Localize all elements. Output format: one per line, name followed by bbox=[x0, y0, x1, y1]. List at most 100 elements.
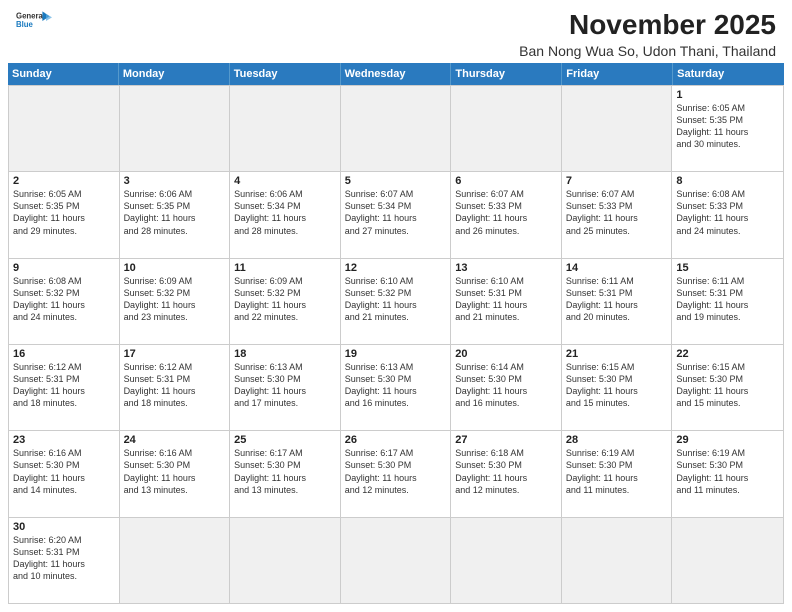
cal-cell-1-4: 6Sunrise: 6:07 AMSunset: 5:33 PMDaylight… bbox=[451, 172, 562, 257]
cal-cell-5-1 bbox=[120, 518, 231, 603]
day-number: 22 bbox=[676, 348, 779, 360]
cal-cell-4-5: 28Sunrise: 6:19 AMSunset: 5:30 PMDayligh… bbox=[562, 431, 673, 516]
day-number: 15 bbox=[676, 262, 779, 274]
cal-cell-5-5 bbox=[562, 518, 673, 603]
cal-cell-0-2 bbox=[230, 86, 341, 171]
cell-info: Sunrise: 6:11 AMSunset: 5:31 PMDaylight:… bbox=[676, 275, 779, 324]
day-number: 28 bbox=[566, 434, 668, 446]
cell-info: Sunrise: 6:12 AMSunset: 5:31 PMDaylight:… bbox=[13, 361, 115, 410]
day-number: 17 bbox=[124, 348, 226, 360]
calendar-body: 1Sunrise: 6:05 AMSunset: 5:35 PMDaylight… bbox=[8, 85, 784, 604]
calendar-subtitle: Ban Nong Wua So, Udon Thani, Thailand bbox=[519, 43, 776, 59]
cal-cell-3-2: 18Sunrise: 6:13 AMSunset: 5:30 PMDayligh… bbox=[230, 345, 341, 430]
day-number: 19 bbox=[345, 348, 447, 360]
cal-cell-2-5: 14Sunrise: 6:11 AMSunset: 5:31 PMDayligh… bbox=[562, 259, 673, 344]
cell-info: Sunrise: 6:05 AMSunset: 5:35 PMDaylight:… bbox=[676, 102, 779, 151]
svg-text:Blue: Blue bbox=[16, 20, 34, 29]
cell-info: Sunrise: 6:07 AMSunset: 5:33 PMDaylight:… bbox=[566, 188, 668, 237]
cal-cell-1-2: 4Sunrise: 6:06 AMSunset: 5:34 PMDaylight… bbox=[230, 172, 341, 257]
cell-info: Sunrise: 6:09 AMSunset: 5:32 PMDaylight:… bbox=[234, 275, 336, 324]
cal-cell-0-1 bbox=[120, 86, 231, 171]
cal-cell-1-6: 8Sunrise: 6:08 AMSunset: 5:33 PMDaylight… bbox=[672, 172, 783, 257]
day-number: 26 bbox=[345, 434, 447, 446]
day-number: 21 bbox=[566, 348, 668, 360]
header-friday: Friday bbox=[562, 63, 673, 85]
day-number: 3 bbox=[124, 175, 226, 187]
week-row-5: 30Sunrise: 6:20 AMSunset: 5:31 PMDayligh… bbox=[9, 517, 783, 603]
day-number: 7 bbox=[566, 175, 668, 187]
cal-cell-4-4: 27Sunrise: 6:18 AMSunset: 5:30 PMDayligh… bbox=[451, 431, 562, 516]
day-number: 9 bbox=[13, 262, 115, 274]
day-number: 13 bbox=[455, 262, 557, 274]
cal-cell-0-4 bbox=[451, 86, 562, 171]
header-sunday: Sunday bbox=[8, 63, 119, 85]
cell-info: Sunrise: 6:12 AMSunset: 5:31 PMDaylight:… bbox=[124, 361, 226, 410]
day-number: 2 bbox=[13, 175, 115, 187]
week-row-2: 9Sunrise: 6:08 AMSunset: 5:32 PMDaylight… bbox=[9, 258, 783, 344]
cal-cell-5-4 bbox=[451, 518, 562, 603]
cal-cell-5-2 bbox=[230, 518, 341, 603]
header-monday: Monday bbox=[119, 63, 230, 85]
cell-info: Sunrise: 6:17 AMSunset: 5:30 PMDaylight:… bbox=[234, 447, 336, 496]
header-tuesday: Tuesday bbox=[230, 63, 341, 85]
cell-info: Sunrise: 6:13 AMSunset: 5:30 PMDaylight:… bbox=[234, 361, 336, 410]
cell-info: Sunrise: 6:09 AMSunset: 5:32 PMDaylight:… bbox=[124, 275, 226, 324]
cell-info: Sunrise: 6:08 AMSunset: 5:32 PMDaylight:… bbox=[13, 275, 115, 324]
cal-cell-1-0: 2Sunrise: 6:05 AMSunset: 5:35 PMDaylight… bbox=[9, 172, 120, 257]
day-number: 10 bbox=[124, 262, 226, 274]
cal-cell-3-3: 19Sunrise: 6:13 AMSunset: 5:30 PMDayligh… bbox=[341, 345, 452, 430]
cal-cell-2-3: 12Sunrise: 6:10 AMSunset: 5:32 PMDayligh… bbox=[341, 259, 452, 344]
calendar-title: November 2025 bbox=[519, 10, 776, 41]
day-number: 5 bbox=[345, 175, 447, 187]
day-number: 30 bbox=[13, 521, 115, 533]
cell-info: Sunrise: 6:19 AMSunset: 5:30 PMDaylight:… bbox=[676, 447, 779, 496]
cell-info: Sunrise: 6:13 AMSunset: 5:30 PMDaylight:… bbox=[345, 361, 447, 410]
cal-cell-4-2: 25Sunrise: 6:17 AMSunset: 5:30 PMDayligh… bbox=[230, 431, 341, 516]
cal-cell-3-0: 16Sunrise: 6:12 AMSunset: 5:31 PMDayligh… bbox=[9, 345, 120, 430]
cell-info: Sunrise: 6:11 AMSunset: 5:31 PMDaylight:… bbox=[566, 275, 668, 324]
cell-info: Sunrise: 6:14 AMSunset: 5:30 PMDaylight:… bbox=[455, 361, 557, 410]
day-number: 23 bbox=[13, 434, 115, 446]
day-number: 16 bbox=[13, 348, 115, 360]
cal-cell-5-0: 30Sunrise: 6:20 AMSunset: 5:31 PMDayligh… bbox=[9, 518, 120, 603]
cell-info: Sunrise: 6:16 AMSunset: 5:30 PMDaylight:… bbox=[124, 447, 226, 496]
cal-cell-3-6: 22Sunrise: 6:15 AMSunset: 5:30 PMDayligh… bbox=[672, 345, 783, 430]
day-number: 18 bbox=[234, 348, 336, 360]
cal-cell-2-6: 15Sunrise: 6:11 AMSunset: 5:31 PMDayligh… bbox=[672, 259, 783, 344]
day-number: 11 bbox=[234, 262, 336, 274]
cal-cell-2-2: 11Sunrise: 6:09 AMSunset: 5:32 PMDayligh… bbox=[230, 259, 341, 344]
cell-info: Sunrise: 6:07 AMSunset: 5:34 PMDaylight:… bbox=[345, 188, 447, 237]
week-row-1: 2Sunrise: 6:05 AMSunset: 5:35 PMDaylight… bbox=[9, 171, 783, 257]
calendar: Sunday Monday Tuesday Wednesday Thursday… bbox=[8, 63, 784, 604]
cell-info: Sunrise: 6:19 AMSunset: 5:30 PMDaylight:… bbox=[566, 447, 668, 496]
week-row-0: 1Sunrise: 6:05 AMSunset: 5:35 PMDaylight… bbox=[9, 85, 783, 171]
cell-info: Sunrise: 6:17 AMSunset: 5:30 PMDaylight:… bbox=[345, 447, 447, 496]
cal-cell-0-0 bbox=[9, 86, 120, 171]
cal-cell-2-1: 10Sunrise: 6:09 AMSunset: 5:32 PMDayligh… bbox=[120, 259, 231, 344]
cal-cell-4-6: 29Sunrise: 6:19 AMSunset: 5:30 PMDayligh… bbox=[672, 431, 783, 516]
cal-cell-0-6: 1Sunrise: 6:05 AMSunset: 5:35 PMDaylight… bbox=[672, 86, 783, 171]
generalblue-logo-icon: General Blue bbox=[16, 10, 52, 32]
day-number: 4 bbox=[234, 175, 336, 187]
page: General Blue November 2025 Ban Nong Wua … bbox=[0, 0, 792, 612]
day-number: 12 bbox=[345, 262, 447, 274]
cal-cell-5-6 bbox=[672, 518, 783, 603]
cal-cell-2-4: 13Sunrise: 6:10 AMSunset: 5:31 PMDayligh… bbox=[451, 259, 562, 344]
cal-cell-4-1: 24Sunrise: 6:16 AMSunset: 5:30 PMDayligh… bbox=[120, 431, 231, 516]
day-number: 29 bbox=[676, 434, 779, 446]
cal-cell-2-0: 9Sunrise: 6:08 AMSunset: 5:32 PMDaylight… bbox=[9, 259, 120, 344]
cal-cell-3-5: 21Sunrise: 6:15 AMSunset: 5:30 PMDayligh… bbox=[562, 345, 673, 430]
cell-info: Sunrise: 6:05 AMSunset: 5:35 PMDaylight:… bbox=[13, 188, 115, 237]
calendar-header: Sunday Monday Tuesday Wednesday Thursday… bbox=[8, 63, 784, 85]
cell-info: Sunrise: 6:06 AMSunset: 5:35 PMDaylight:… bbox=[124, 188, 226, 237]
day-number: 6 bbox=[455, 175, 557, 187]
svg-text:General: General bbox=[16, 12, 45, 21]
cell-info: Sunrise: 6:10 AMSunset: 5:32 PMDaylight:… bbox=[345, 275, 447, 324]
cell-info: Sunrise: 6:16 AMSunset: 5:30 PMDaylight:… bbox=[13, 447, 115, 496]
day-number: 1 bbox=[676, 89, 779, 101]
cal-cell-0-5 bbox=[562, 86, 673, 171]
cal-cell-4-0: 23Sunrise: 6:16 AMSunset: 5:30 PMDayligh… bbox=[9, 431, 120, 516]
cal-cell-1-5: 7Sunrise: 6:07 AMSunset: 5:33 PMDaylight… bbox=[562, 172, 673, 257]
week-row-4: 23Sunrise: 6:16 AMSunset: 5:30 PMDayligh… bbox=[9, 430, 783, 516]
day-number: 27 bbox=[455, 434, 557, 446]
